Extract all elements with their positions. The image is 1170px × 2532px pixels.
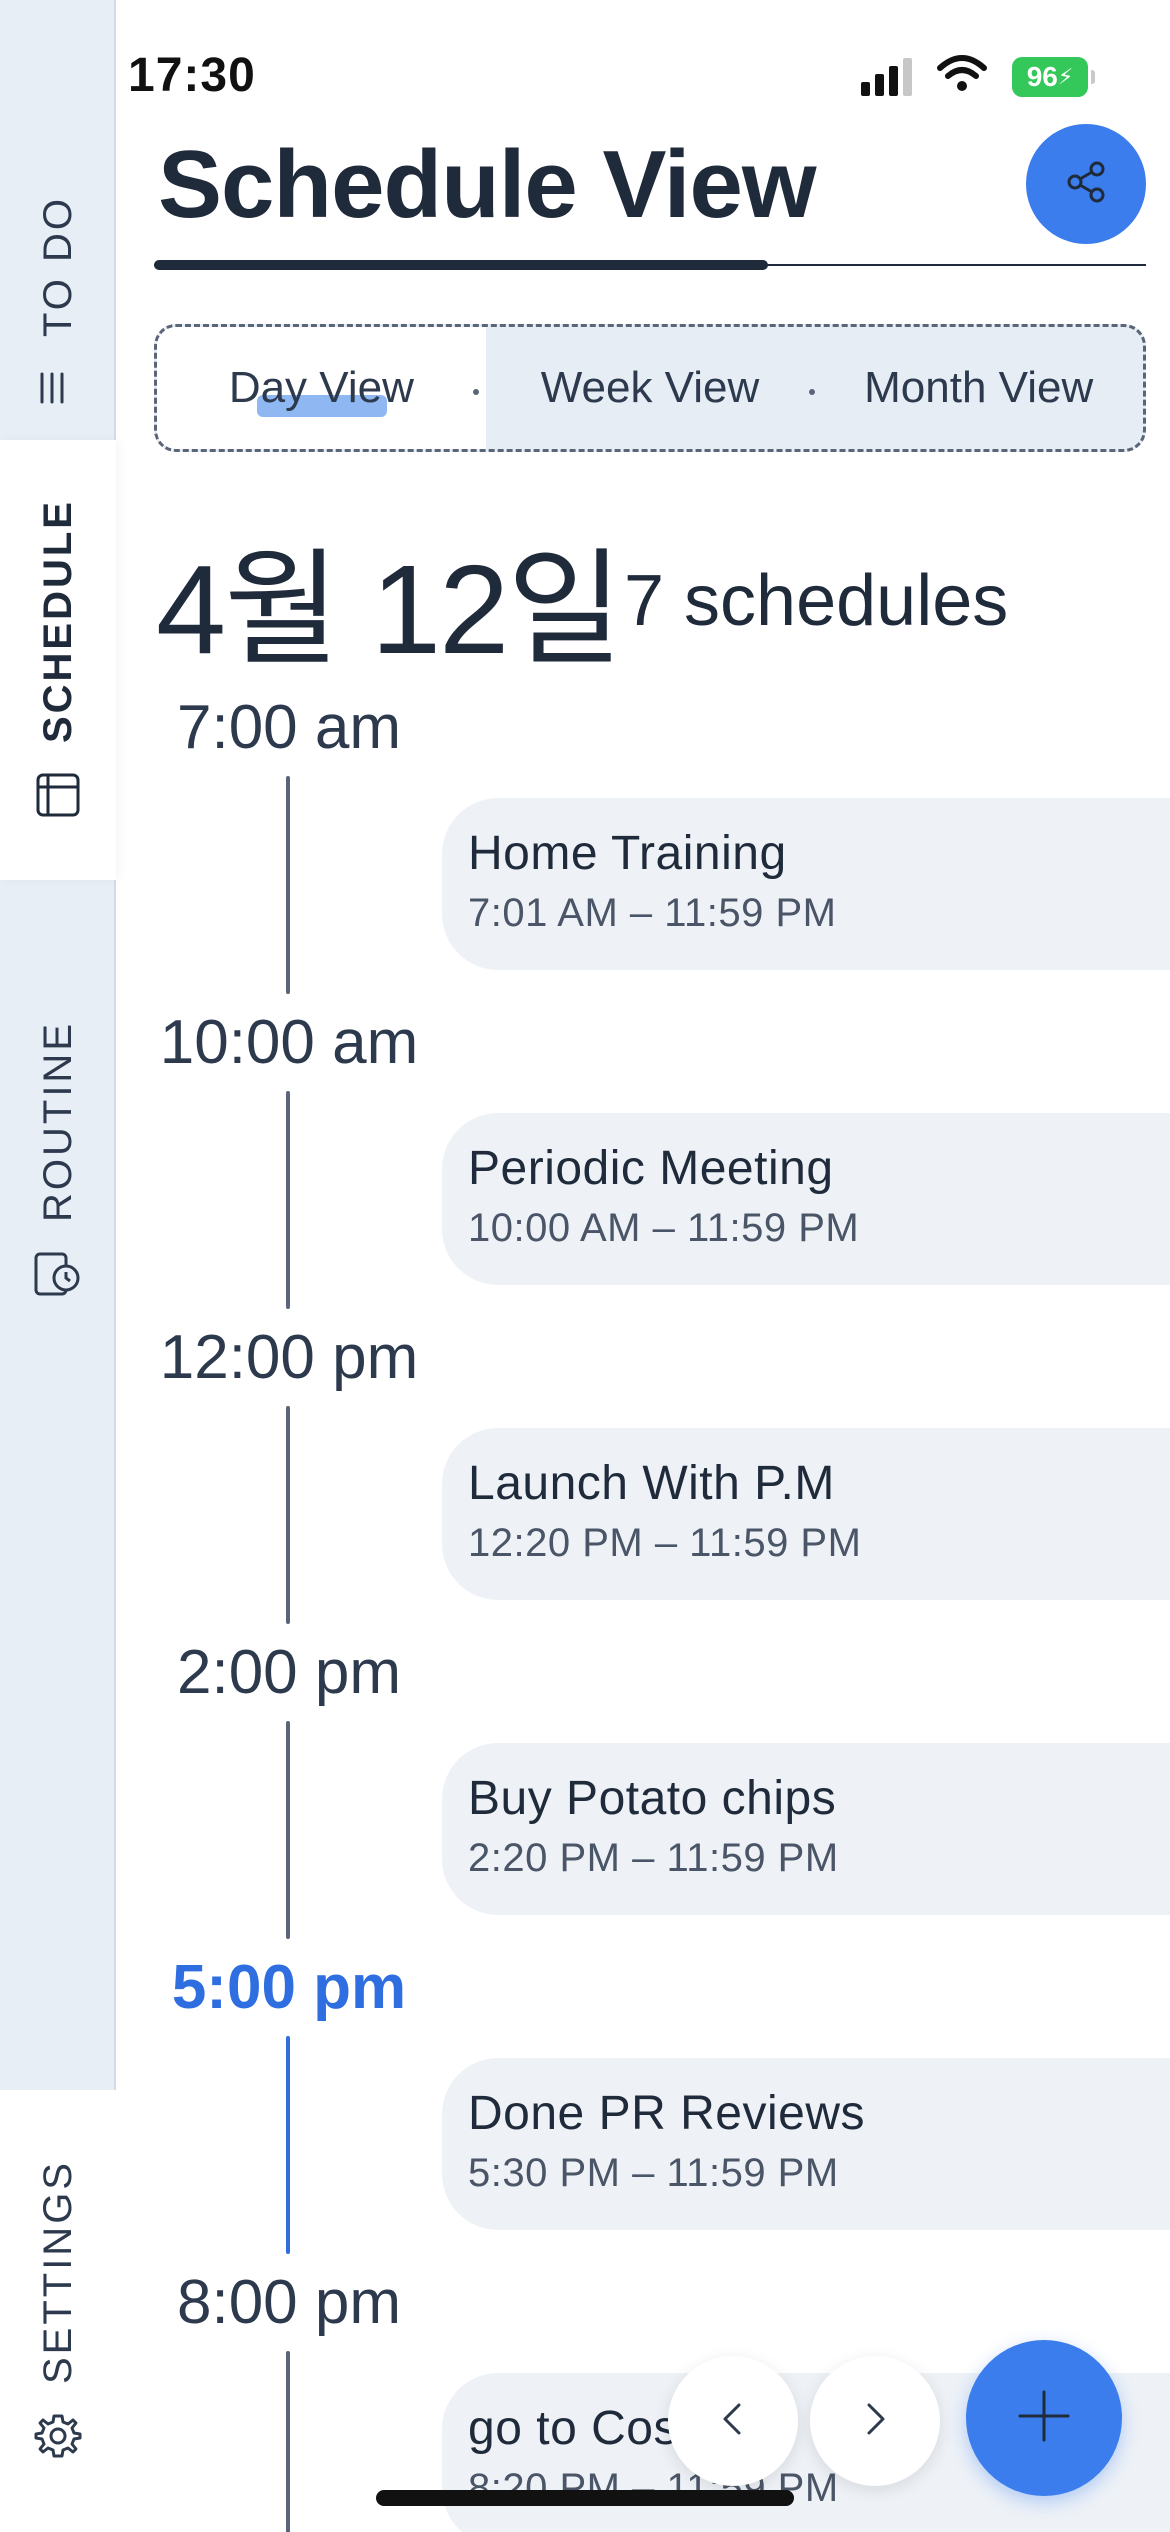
timeline-line-current [286, 2036, 290, 2254]
event-card[interactable]: Launch With P.M 12:20 PM – 11:59 PM [442, 1428, 1170, 1600]
tab-week-view-label: Week View [540, 363, 760, 412]
sidebar-item-todo-label: TO DO [35, 195, 80, 337]
time-slot: 10:00 am Periodic Meeting 10:00 AM – 11:… [154, 1007, 1170, 1322]
add-schedule-button[interactable] [966, 2340, 1122, 2496]
time-label: 12:00 pm [159, 1323, 419, 1392]
timeline-line [286, 1091, 290, 1309]
tab-day-view-label: Day View [228, 363, 414, 412]
event-title: Home Training [468, 827, 787, 880]
schedule-count: 7 schedules [624, 561, 1009, 641]
chevron-right-icon [855, 2399, 895, 2444]
tab-separator [809, 389, 815, 395]
next-day-button[interactable] [810, 2356, 940, 2486]
routine-clock-icon [32, 1248, 84, 1300]
event-time-range: 2:20 PM – 11:59 PM [468, 1836, 839, 1880]
chevron-left-icon [713, 2399, 753, 2444]
sidebar-item-settings-label: SETTINGS [35, 2159, 80, 2385]
event-title: Launch With P.M [468, 1457, 835, 1510]
time-label: 7:00 am [176, 693, 402, 762]
event-card[interactable]: Buy Potato chips 2:20 PM – 11:59 PM [442, 1743, 1170, 1915]
event-time-range: 10:00 AM – 11:59 PM [468, 1206, 860, 1250]
event-card[interactable]: Home Training 7:01 AM – 11:59 PM [442, 798, 1170, 970]
home-indicator [376, 2490, 794, 2506]
time-slot: 2:00 pm Buy Potato chips 2:20 PM – 11:59… [154, 1637, 1170, 1952]
sidebar-item-settings[interactable]: SETTINGS [0, 2090, 116, 2532]
share-icon [1063, 159, 1109, 210]
event-time-range: 7:01 AM – 11:59 PM [468, 891, 837, 935]
cellular-signal-icon [861, 57, 912, 96]
sidebar: TO DO SCHEDULE ROUTINE SETTINGS [0, 0, 116, 2532]
event-card[interactable]: Done PR Reviews 5:30 PM – 11:59 PM [442, 2058, 1170, 2230]
share-button[interactable] [1026, 124, 1146, 244]
tab-separator [473, 389, 479, 395]
event-time-range: 5:30 PM – 11:59 PM [468, 2151, 839, 2195]
time-label: 2:00 pm [176, 1638, 402, 1707]
status-time: 17:30 [128, 49, 256, 102]
tab-month-view[interactable]: Month View [814, 327, 1143, 449]
event-title: Done PR Reviews [468, 2087, 865, 2140]
tab-week-view[interactable]: Week View [486, 327, 815, 449]
event-title: Periodic Meeting [468, 1142, 834, 1195]
time-slot: 12:00 pm Launch With P.M 12:20 PM – 11:5… [154, 1322, 1170, 1637]
gear-icon [32, 2410, 84, 2462]
wifi-icon [936, 54, 988, 99]
battery-level: 96 [1026, 60, 1058, 92]
timeline-line [286, 1406, 290, 1624]
page-title: Schedule View [158, 131, 816, 238]
status-icons: 96 ⚡ [861, 54, 1095, 99]
sidebar-item-routine-label: ROUTINE [35, 1020, 80, 1222]
time-slot-current: 5:00 pm Done PR Reviews 5:30 PM – 11:59 … [154, 1952, 1170, 2267]
sidebar-item-schedule-label: SCHEDULE [35, 498, 80, 744]
battery-icon: 96 ⚡ [1012, 56, 1095, 97]
previous-day-button[interactable] [668, 2356, 798, 2486]
current-time-label: 5:00 pm [171, 1953, 407, 2022]
event-title: Buy Potato chips [468, 1772, 837, 1825]
timeline-line [286, 776, 290, 994]
sidebar-item-routine[interactable]: ROUTINE [0, 1000, 116, 1320]
time-slot: 7:00 am Home Training 7:01 AM – 11:59 PM [154, 692, 1170, 1007]
title-underline-accent [154, 260, 768, 270]
tab-day-view[interactable]: Day View [157, 327, 486, 449]
sidebar-item-schedule[interactable]: SCHEDULE [0, 440, 116, 880]
time-label: 10:00 am [159, 1008, 419, 1077]
event-card[interactable]: Periodic Meeting 10:00 AM – 11:59 PM [442, 1113, 1170, 1285]
view-switcher: Day View Week View Month View [154, 324, 1146, 452]
list-icon [32, 362, 84, 414]
plus-icon [1016, 2388, 1072, 2449]
time-label: 8:00 pm [176, 2268, 402, 2337]
tab-month-view-label: Month View [864, 363, 1094, 412]
sidebar-item-todo[interactable]: TO DO [0, 170, 116, 440]
timeline-line [286, 2351, 290, 2532]
event-time-range: 12:20 PM – 11:59 PM [468, 1521, 862, 1565]
timeline-line [286, 1721, 290, 1939]
calendar-book-icon [32, 769, 84, 821]
timeline: 7:00 am Home Training 7:01 AM – 11:59 PM… [154, 692, 1170, 2532]
selected-date: 4월 12일 [156, 539, 623, 680]
